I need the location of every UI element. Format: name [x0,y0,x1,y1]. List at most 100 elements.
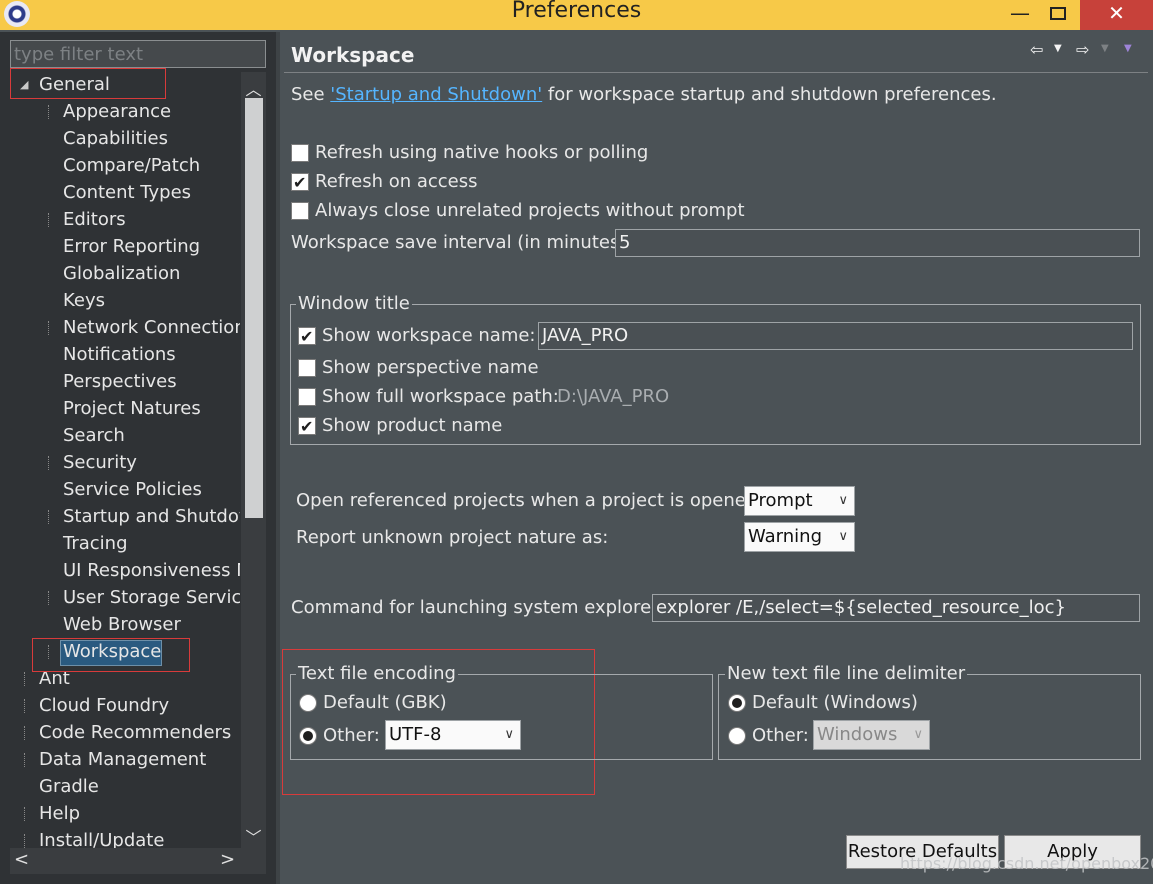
panel-divider[interactable] [276,32,280,884]
tree-item[interactable]: Notifications [63,342,176,368]
open-referenced-select[interactable]: Prompt ∨ [744,486,855,516]
tree-item[interactable]: Perspectives [63,369,177,395]
chevron-down-icon: ∨ [838,529,848,544]
workspace-name-input[interactable]: JAVA_PRO [538,322,1133,350]
refresh-access-checkbox[interactable] [291,171,309,195]
filter-input[interactable] [10,40,266,68]
expand-handle-icon[interactable] [48,510,49,524]
tree-item[interactable]: User Storage Service [63,585,240,611]
show-full-path-label: Show full workspace path: [322,386,559,407]
tree-item-label: Search [63,425,125,446]
window-title: Preferences [511,0,642,23]
tree-item-label: Network Connection [63,317,240,338]
tree-item[interactable]: Code Recommenders [39,720,231,746]
encoding-default-label: Default (GBK) [323,692,447,713]
show-perspective-checkbox[interactable] [298,359,316,377]
show-full-path-checkbox[interactable] [298,388,316,406]
report-unknown-value: Warning [748,526,823,547]
save-interval-input[interactable]: 5 [615,229,1140,257]
full-workspace-path-value: D:\JAVA_PRO [557,386,670,407]
expand-handle-icon[interactable] [48,213,49,227]
always-close-checkbox[interactable] [291,202,309,220]
scroll-up-icon[interactable]: ︿ [241,76,266,99]
encoding-default-radio[interactable] [299,694,317,712]
tree-item[interactable]: Security [63,450,137,476]
tree-item[interactable]: Compare/Patch [63,153,200,179]
tree-item[interactable]: Project Natures [63,396,201,422]
encoding-select[interactable]: UTF-8 ∨ [385,720,521,750]
tree-item[interactable]: Help [39,801,80,827]
expand-handle-icon[interactable] [48,591,49,605]
tree-item-label: Editors [63,209,126,230]
scroll-left-icon[interactable]: < [14,849,29,870]
tree-item-label: Compare/Patch [63,155,201,176]
explorer-command-input[interactable]: explorer /E,/select=${selected_resource_… [652,594,1140,622]
tree-item-label: Error Reporting [63,236,201,257]
expand-handle-icon[interactable] [24,699,25,713]
chevron-down-icon: ∨ [504,727,514,742]
view-menu-icon[interactable]: ▼ [1124,43,1132,54]
forward-menu-chevron-icon[interactable]: ▼ [1101,43,1109,54]
window-title-group-label: Window title [296,293,412,315]
expand-handle-icon[interactable] [48,456,49,470]
tree-item[interactable]: Gradle [39,774,99,800]
close-button[interactable]: ✕ [1080,0,1153,30]
tree-item[interactable]: Data Management [39,747,206,773]
tree-item[interactable]: Editors [63,207,126,233]
maximize-button[interactable] [1042,0,1074,30]
tree-item[interactable]: Keys [63,288,105,314]
save-interval-label: Workspace save interval (in minutes): [291,232,633,253]
delimiter-other-radio[interactable] [728,727,746,745]
expand-handle-icon[interactable] [24,807,25,821]
tree-item[interactable]: Search [63,423,125,449]
expand-handle-icon[interactable] [24,672,25,686]
tree-item[interactable]: Cloud Foundry [39,693,169,719]
tree-item[interactable]: UI Responsiveness M [63,558,240,584]
line-delimiter-label: New text file line delimiter [725,663,968,685]
delimiter-value: Windows [817,724,898,745]
forward-arrow-icon[interactable]: ⇨ [1076,40,1089,59]
encoding-other-label: Other: [323,725,380,746]
tree-item-label: Security [63,452,137,473]
back-arrow-icon[interactable]: ⇦ [1030,40,1043,59]
show-product-name-checkbox[interactable] [298,415,316,439]
scroll-right-icon[interactable]: > [220,849,235,870]
tree-item[interactable]: Appearance [63,99,171,125]
text-file-encoding-label: Text file encoding [296,663,458,685]
minimize-button[interactable]: — [1004,0,1036,30]
startup-shutdown-link[interactable]: 'Startup and Shutdown' [330,84,542,105]
delimiter-default-radio[interactable] [728,694,746,712]
delimiter-select[interactable]: Windows ∨ [813,720,930,750]
annotation-box-workspace [32,638,190,672]
scroll-down-icon[interactable]: ﹀ [241,824,266,847]
refresh-native-checkbox[interactable] [291,144,309,162]
tree-item[interactable]: Startup and Shutdov [63,504,240,530]
expand-handle-icon[interactable] [24,753,25,767]
tree-item[interactable]: Service Policies [63,477,202,503]
tree-item[interactable]: Install/Update [39,828,164,848]
encoding-value: UTF-8 [389,724,442,745]
tree-scroll-thumb[interactable] [245,98,263,518]
tree-item[interactable]: Network Connection [63,315,240,341]
tree-item[interactable]: Globalization [63,261,180,287]
tree-item-label: User Storage Service [63,587,240,608]
open-referenced-label: Open referenced projects when a project … [296,490,764,511]
expand-handle-icon[interactable] [48,105,49,119]
expand-handle-icon[interactable] [24,726,25,740]
tree-item[interactable]: Error Reporting [63,234,200,260]
tree-item-label: Service Policies [63,479,202,500]
see-suffix: for workspace startup and shutdown prefe… [542,84,997,105]
show-workspace-name-label: Show workspace name: [322,325,536,346]
tree-item[interactable]: Content Types [63,180,191,206]
chevron-down-icon: ∨ [838,493,848,508]
tree-item[interactable]: Tracing [63,531,128,557]
see-prefix: See [291,84,331,105]
encoding-other-radio[interactable] [299,727,317,745]
expand-handle-icon[interactable] [48,321,49,335]
back-menu-chevron-icon[interactable]: ▼ [1054,43,1062,54]
tree-item[interactable]: Web Browser [63,612,181,638]
tree-item[interactable]: Capabilities [63,126,168,152]
report-unknown-select[interactable]: Warning ∨ [744,522,855,552]
show-workspace-name-checkbox[interactable] [298,325,316,349]
expand-handle-icon[interactable] [24,834,25,848]
